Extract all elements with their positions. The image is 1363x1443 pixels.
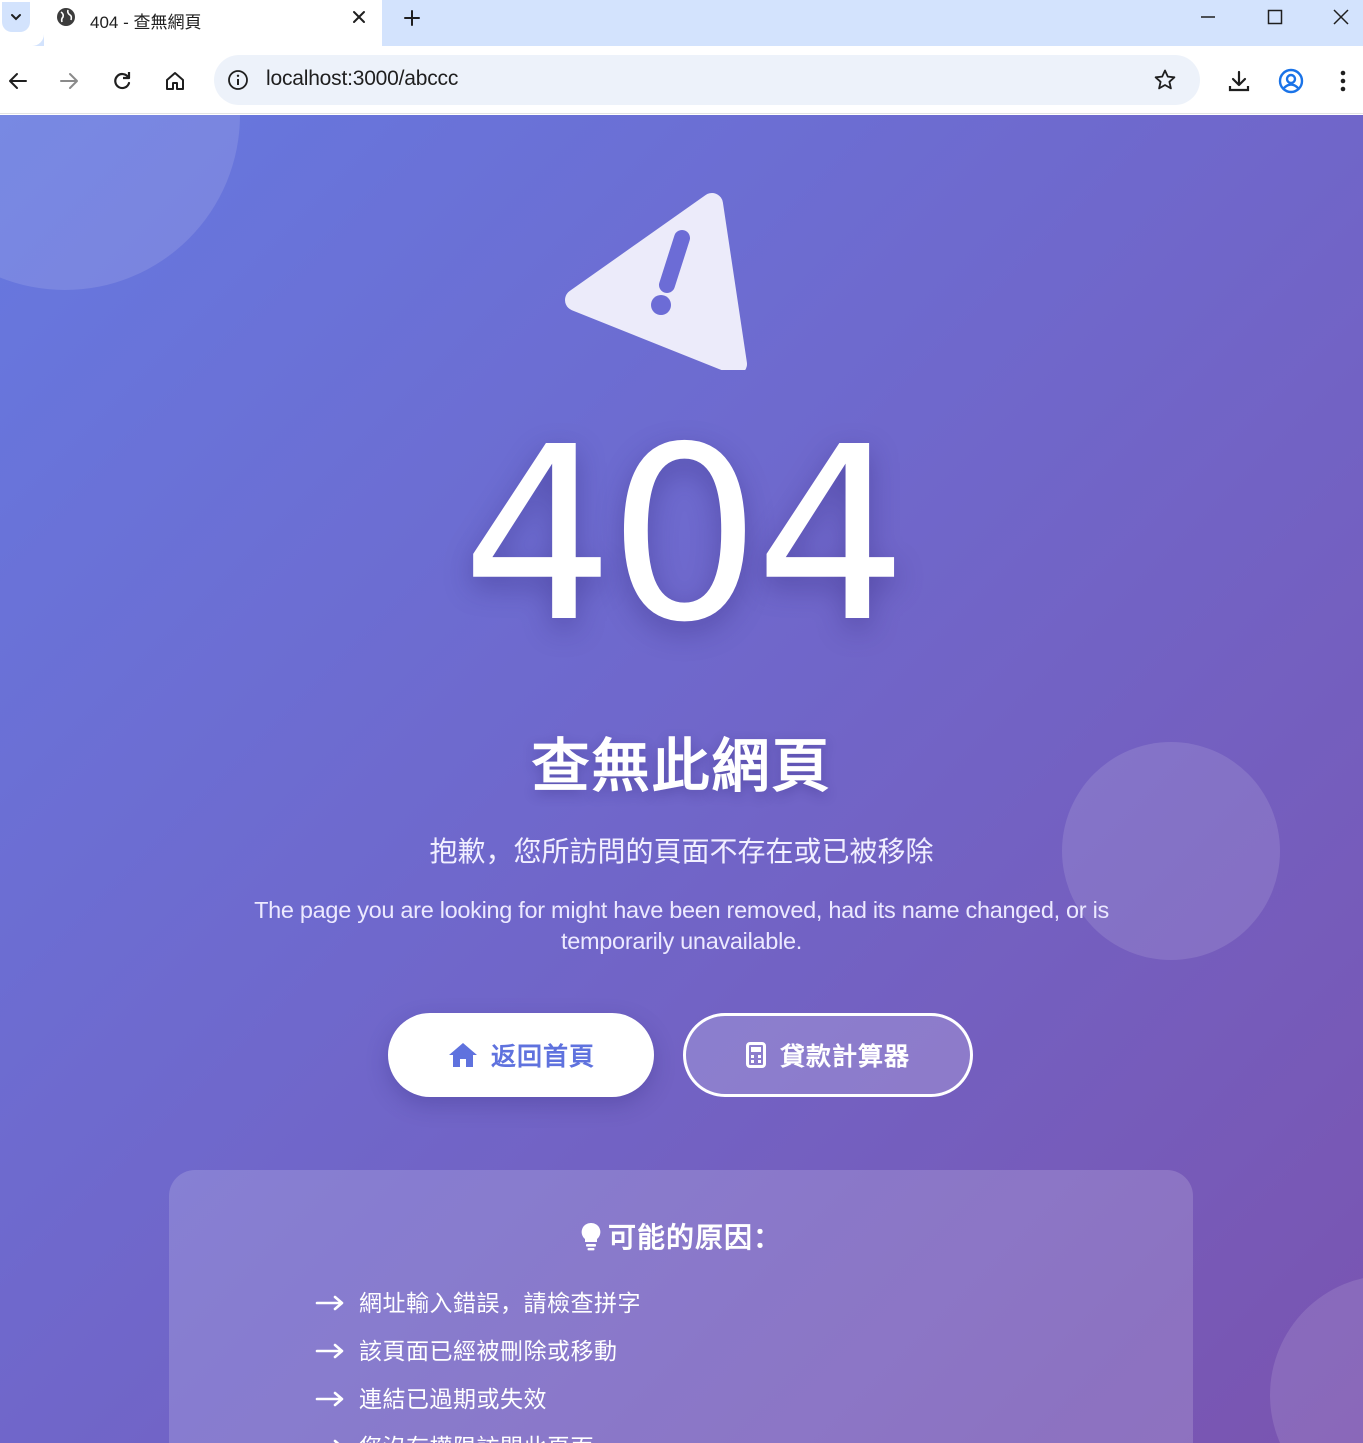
active-tab[interactable]: 404 - 查無網頁 (44, 0, 382, 46)
new-tab-button[interactable] (398, 4, 426, 32)
home-icon (448, 1043, 477, 1067)
error-code: 404 (461, 395, 907, 675)
reason-text: 網址輸入錯誤，請檢查拼字 (359, 1290, 641, 1316)
minimize-icon (1201, 16, 1215, 18)
download-icon (1228, 70, 1250, 92)
window-close-button[interactable] (1319, 2, 1363, 32)
decorative-circle (1270, 1275, 1363, 1443)
info-icon (228, 70, 248, 90)
tab-search-button[interactable] (2, 2, 30, 32)
maximize-icon (1267, 9, 1283, 25)
close-icon (353, 11, 365, 23)
description: The page you are looking for might have … (254, 897, 1109, 954)
reason-text: 該頁面已經被刪除或移動 (359, 1338, 618, 1364)
arrow-left-icon (9, 73, 27, 89)
lightbulb-icon (581, 1222, 601, 1251)
back-home-label: 返回首頁 (490, 1043, 595, 1071)
plus-icon (404, 10, 420, 26)
tab-menu-area (0, 0, 44, 46)
arrow-right-icon (60, 73, 78, 89)
reload-icon (114, 72, 131, 90)
loan-calculator-label: 貸款計算器 (779, 1043, 910, 1071)
minimize-button[interactable] (1186, 2, 1230, 32)
list-item: 該頁面已經被刪除或移動 (315, 1332, 618, 1366)
site-info-button[interactable] (226, 68, 250, 92)
reasons-title: 可能的原因： (607, 1222, 782, 1253)
home-icon (166, 72, 184, 90)
bookmark-button[interactable] (1152, 67, 1178, 93)
loan-calculator-button[interactable]: 貸款計算器 (683, 1013, 973, 1097)
back-home-button[interactable]: 返回首頁 (388, 1013, 654, 1097)
reason-text: 連結已過期或失效 (359, 1386, 547, 1412)
warning-triangle-icon (565, 193, 747, 370)
url-text[interactable]: localhost:3000/abccc (266, 67, 458, 91)
downloads-button[interactable] (1222, 64, 1256, 98)
chevron-down-icon (11, 14, 21, 21)
reasons-heading: 可能的原因： (169, 1216, 1193, 1256)
page-title: 查無此網頁 (531, 734, 832, 799)
back-button[interactable] (1, 64, 35, 98)
list-item: 網址輸入錯誤，請檢查拼字 (315, 1284, 641, 1318)
arrow-right-icon (315, 1295, 344, 1311)
globe-icon (57, 8, 75, 26)
profile-button[interactable] (1274, 64, 1308, 98)
arrow-right-icon (315, 1343, 344, 1359)
tab-title: 404 - 查無網頁 (90, 13, 202, 32)
decorative-circle (0, 115, 240, 290)
possible-reasons-card: 可能的原因： 網址輸入錯誤，請檢查拼字 該頁面已經被刪除或移動 連結已過期或失效… (169, 1170, 1193, 1443)
subtitle: 抱歉，您所訪問的頁面不存在或已被移除 (429, 836, 934, 867)
reason-text: 您沒有權限訪問此頁面 (359, 1428, 594, 1443)
browser-menu-button[interactable] (1326, 64, 1360, 98)
profile-icon (1278, 68, 1304, 94)
home-button[interactable] (158, 64, 192, 98)
calculator-icon (745, 1042, 766, 1068)
maximize-button[interactable] (1253, 2, 1297, 32)
list-item: 連結已過期或失效 (315, 1380, 547, 1414)
close-icon (1333, 9, 1349, 25)
reload-button[interactable] (105, 64, 139, 98)
error-page: 404 查無此網頁 抱歉，您所訪問的頁面不存在或已被移除 The page yo… (0, 115, 1363, 1443)
arrow-right-icon (333, 1439, 340, 1443)
kebab-menu-icon (1340, 70, 1346, 92)
tab-strip: 404 - 查無網頁 (0, 0, 1363, 46)
browser-toolbar: localhost:3000/abccc (0, 46, 1363, 114)
star-icon (1154, 69, 1176, 90)
tab-close-button[interactable] (348, 6, 370, 28)
list-item: 您沒有權限訪問此頁面 (315, 1428, 594, 1443)
forward-button[interactable] (52, 64, 86, 98)
address-bar[interactable]: localhost:3000/abccc (214, 55, 1200, 105)
arrow-right-icon (315, 1391, 344, 1407)
